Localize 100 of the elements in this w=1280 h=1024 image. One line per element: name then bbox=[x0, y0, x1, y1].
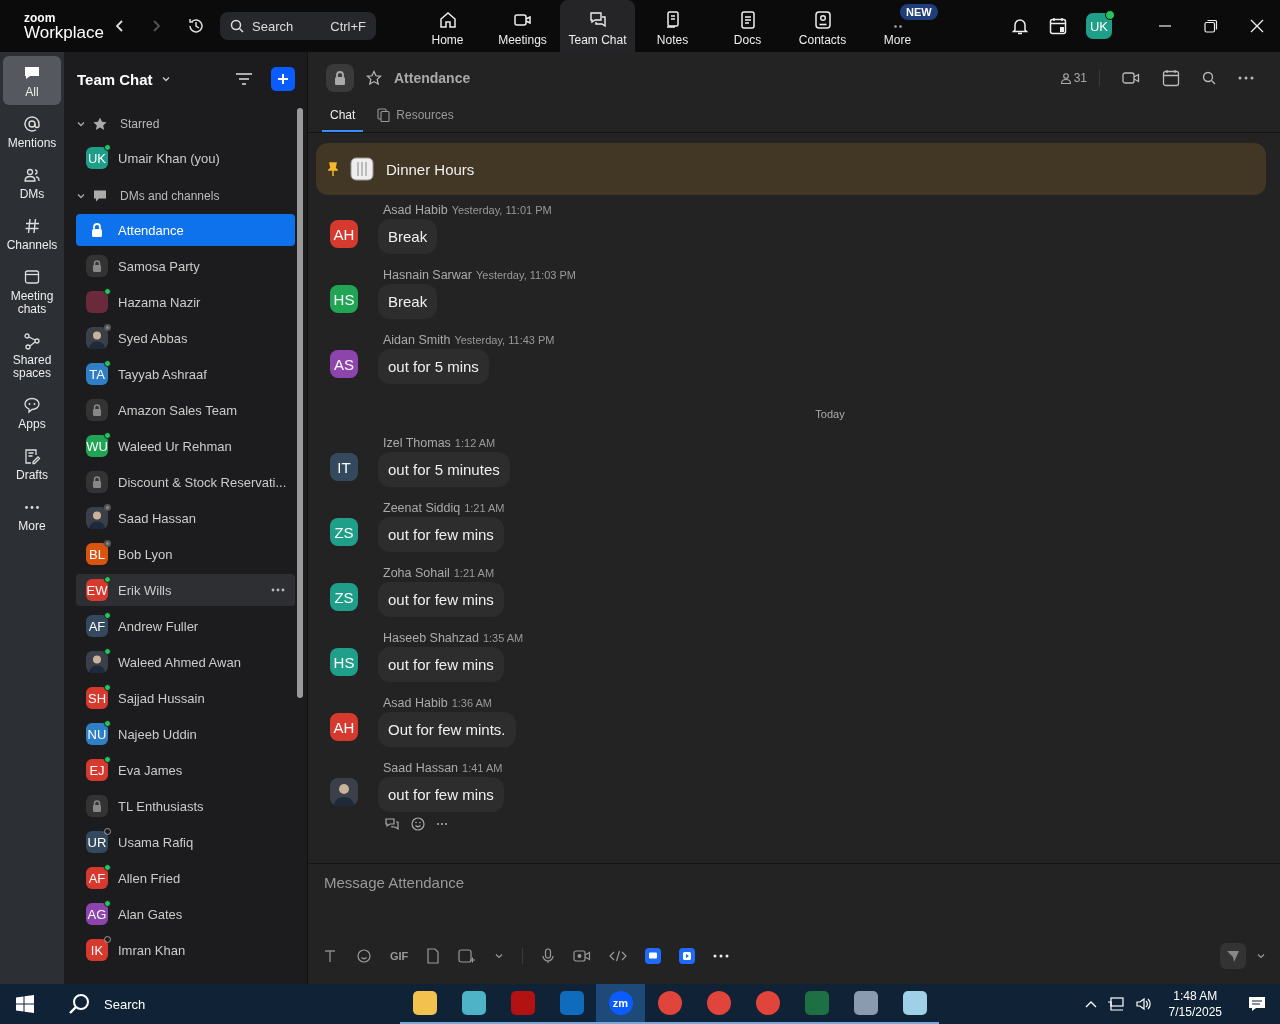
filter-icon[interactable] bbox=[235, 71, 253, 87]
chat-list-item[interactable]: Waleed Ahmed Awan bbox=[76, 646, 295, 678]
screenshot-icon[interactable] bbox=[458, 948, 477, 964]
windows-start-icon[interactable] bbox=[16, 995, 34, 1013]
rail-item[interactable]: All bbox=[3, 56, 61, 105]
rail-item[interactable]: Shared spaces bbox=[3, 324, 61, 386]
nav-tab[interactable]: Meetings bbox=[485, 0, 560, 52]
caret-up-icon[interactable] bbox=[1084, 999, 1097, 1009]
back-icon[interactable] bbox=[114, 19, 126, 33]
chat-list-item[interactable]: SH Sajjad Hussain bbox=[76, 682, 295, 714]
history-icon[interactable] bbox=[186, 16, 206, 36]
chat-name: Waleed Ahmed Awan bbox=[118, 654, 241, 670]
sidebar-title[interactable]: Team Chat bbox=[77, 70, 153, 88]
clock-time[interactable]: 1:48 AM bbox=[1173, 988, 1218, 1004]
section-header[interactable]: Starred bbox=[76, 106, 295, 142]
rail-item[interactable]: Meeting chats bbox=[3, 260, 61, 322]
clock-date[interactable]: 7/15/2025 bbox=[1168, 1004, 1222, 1020]
new-chat-button[interactable] bbox=[271, 67, 295, 91]
nav-tab[interactable]: NEW More bbox=[860, 0, 935, 52]
message-bubble: out for few mins bbox=[378, 582, 504, 617]
avatar: AH bbox=[330, 220, 358, 248]
chat-list-item[interactable]: Saad Hassan bbox=[76, 502, 295, 534]
nav-tab[interactable]: Docs bbox=[710, 0, 785, 52]
taskbar-search[interactable]: Search bbox=[68, 984, 348, 1024]
chevron-down-icon[interactable] bbox=[160, 74, 171, 84]
chevron-down-icon[interactable] bbox=[494, 951, 505, 961]
close-icon[interactable] bbox=[1250, 19, 1264, 33]
more-icon[interactable] bbox=[713, 954, 730, 958]
calendar-icon[interactable] bbox=[1048, 16, 1068, 36]
rail-item[interactable]: DMs bbox=[3, 158, 61, 207]
nav-tab[interactable]: Contacts bbox=[785, 0, 860, 52]
rail-item[interactable]: Drafts bbox=[3, 439, 61, 488]
chat-list-item[interactable]: UK Umair Khan (you) bbox=[76, 142, 295, 174]
chat-list-item[interactable]: EW Erik Wills bbox=[76, 574, 295, 606]
forward-icon[interactable] bbox=[150, 19, 162, 33]
star-outline-icon[interactable] bbox=[366, 70, 382, 86]
code-icon[interactable] bbox=[609, 949, 628, 963]
search-field[interactable]: Search bbox=[252, 18, 312, 34]
speech-bubble-icon bbox=[23, 396, 41, 414]
chat-list-item[interactable]: UR Usama Rafiq bbox=[76, 826, 295, 858]
message-time: 1:12 AM bbox=[454, 437, 496, 449]
chat-list-item[interactable]: Discount & Stock Reservati... bbox=[76, 466, 295, 498]
nav-tab[interactable]: Home bbox=[410, 0, 485, 52]
rail-item[interactable]: More bbox=[3, 490, 61, 539]
message-input[interactable]: Message Attendance bbox=[308, 864, 1280, 936]
chat-list-item[interactable]: IK Imran Khan bbox=[76, 934, 295, 966]
volume-icon[interactable] bbox=[1134, 996, 1153, 1012]
chat-list-item[interactable]: Syed Abbas bbox=[76, 322, 295, 354]
emoji-icon[interactable] bbox=[410, 816, 426, 832]
emoji-icon[interactable] bbox=[356, 948, 372, 964]
video-camera-icon[interactable] bbox=[1122, 71, 1140, 85]
chat-list-item[interactable]: BL Bob Lyon bbox=[76, 538, 295, 570]
chat-list-item[interactable]: AF Andrew Fuller bbox=[76, 610, 295, 642]
rail-item[interactable]: Channels bbox=[3, 209, 61, 258]
chat-list-item[interactable]: TL Enthusiasts bbox=[76, 790, 295, 822]
app-icon[interactable] bbox=[645, 948, 662, 964]
chat-list-item[interactable]: Samosa Party bbox=[76, 250, 295, 282]
rail-item[interactable]: Mentions bbox=[3, 107, 61, 156]
channel-tab[interactable]: Chat bbox=[322, 104, 364, 132]
avatar: NU bbox=[86, 723, 108, 745]
sender-name: Aidan Smith bbox=[383, 333, 451, 347]
notifications-icon[interactable] bbox=[1248, 995, 1266, 1013]
chevron-down-icon[interactable] bbox=[1256, 951, 1266, 961]
send-button[interactable] bbox=[1220, 943, 1246, 969]
chat-name: TL Enthusiasts bbox=[118, 798, 204, 814]
network-icon[interactable] bbox=[1106, 996, 1125, 1012]
chat-list-item[interactable]: AF Allen Fried bbox=[76, 862, 295, 894]
more-options-icon[interactable] bbox=[271, 588, 285, 592]
microphone-icon[interactable] bbox=[541, 948, 556, 964]
calendar-icon[interactable] bbox=[1162, 69, 1180, 87]
chat-list-item[interactable]: WU Waleed Ur Rehman bbox=[76, 430, 295, 462]
nav-tab[interactable]: Team Chat bbox=[560, 0, 635, 52]
chat-list-item[interactable]: Hazama Nazir bbox=[76, 286, 295, 318]
chat-list-item[interactable]: Attendance bbox=[76, 214, 295, 246]
chat-list-item[interactable]: EJ Eva James bbox=[76, 754, 295, 786]
chat-list-item[interactable]: NU Najeeb Uddin bbox=[76, 718, 295, 750]
app-icon[interactable] bbox=[679, 948, 696, 964]
chat-name: Saad Hassan bbox=[118, 510, 197, 526]
more-icon[interactable] bbox=[1238, 76, 1254, 80]
notification-bell-icon[interactable] bbox=[1010, 16, 1030, 36]
chat-list-item[interactable]: TA Tayyab Ashraaf bbox=[76, 358, 295, 390]
members-button[interactable]: 31 bbox=[1059, 71, 1087, 85]
rail-item[interactable]: Apps bbox=[3, 388, 61, 437]
search-icon[interactable] bbox=[1202, 71, 1216, 85]
section-header[interactable]: DMs and channels bbox=[76, 178, 295, 214]
gif-button[interactable]: GIF bbox=[390, 950, 409, 962]
date-divider: Today bbox=[815, 408, 845, 420]
scrollbar[interactable] bbox=[297, 108, 303, 698]
file-icon[interactable] bbox=[426, 948, 441, 964]
shortcut-hint: Ctrl+F bbox=[330, 18, 366, 34]
taskbar-app[interactable]: zm bbox=[596, 984, 645, 1024]
pinned-message-banner[interactable]: Dinner Hours bbox=[316, 143, 1266, 195]
chat-list-item[interactable]: Amazon Sales Team bbox=[76, 394, 295, 426]
nav-tab[interactable]: Notes bbox=[635, 0, 710, 52]
reply-icon[interactable] bbox=[384, 817, 400, 831]
restore-icon[interactable] bbox=[1204, 19, 1218, 33]
channel-tab[interactable]: Resources bbox=[377, 104, 454, 132]
video-camera-icon[interactable] bbox=[573, 949, 592, 963]
chat-list-item[interactable]: AG Alan Gates bbox=[76, 898, 295, 930]
text-format-icon[interactable] bbox=[322, 948, 338, 964]
